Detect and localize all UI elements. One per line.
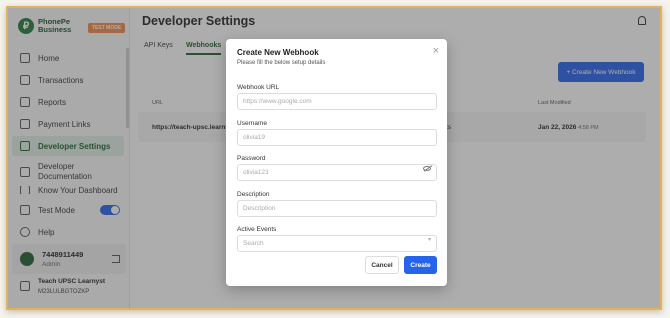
webhook-url-input[interactable] [237, 93, 437, 110]
username-input[interactable] [237, 129, 437, 146]
description-label: Description [237, 191, 270, 198]
modal-title: Create New Webhook [237, 48, 319, 57]
eye-slash-icon[interactable] [423, 166, 431, 171]
create-webhook-modal: Create New Webhook Please fill the below… [226, 39, 447, 286]
close-icon[interactable]: × [433, 45, 439, 57]
app-window: ₽ PhonePe Business TEST MODE Home Transa… [6, 6, 662, 310]
active-events-label: Active Events [237, 226, 277, 233]
password-label: Password [237, 155, 266, 162]
modal-subtitle: Please fill the below setup details [237, 60, 326, 66]
chevron-down-icon: ▾ [427, 237, 431, 243]
active-events-select[interactable] [237, 235, 437, 252]
cancel-button[interactable]: Cancel [365, 256, 399, 274]
username-label: Username [237, 120, 267, 127]
webhook-url-label: Webhook URL [237, 84, 280, 91]
password-input[interactable] [237, 164, 437, 181]
create-button[interactable]: Create [404, 256, 437, 274]
description-input[interactable] [237, 200, 437, 217]
